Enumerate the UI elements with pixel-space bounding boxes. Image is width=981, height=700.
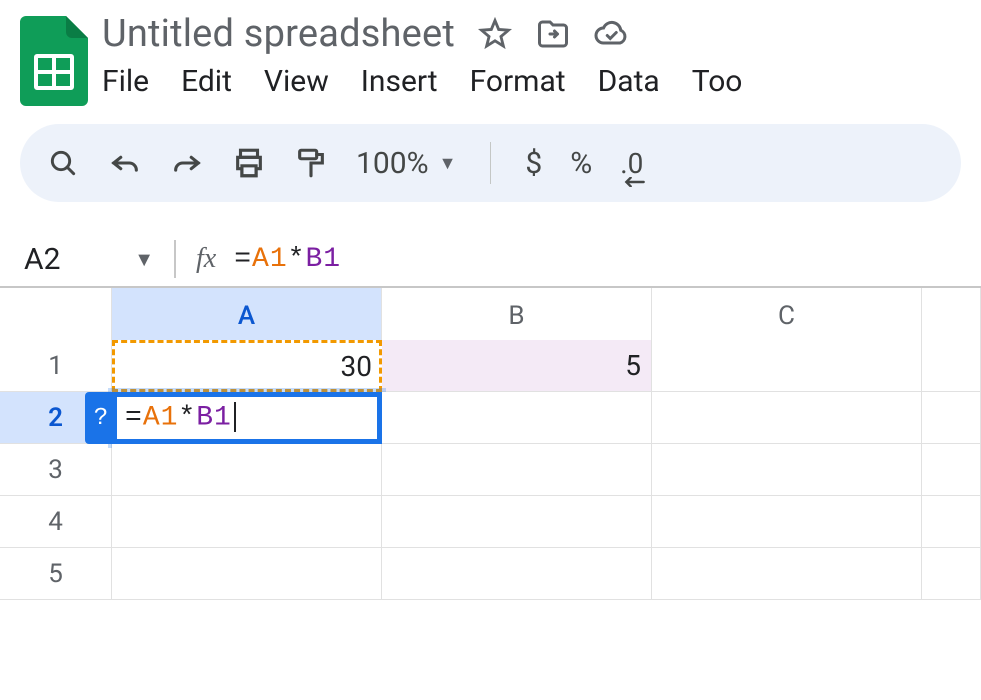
- cell-B1[interactable]: 5: [382, 340, 652, 392]
- cell-A3[interactable]: [112, 444, 382, 496]
- print-icon[interactable]: [232, 146, 266, 180]
- cell-C3[interactable]: [652, 444, 922, 496]
- column-header-B[interactable]: B: [382, 288, 652, 344]
- menu-view[interactable]: View: [264, 64, 329, 99]
- cell-B2[interactable]: [382, 392, 652, 444]
- menu-data[interactable]: Data: [598, 64, 660, 99]
- menu-file[interactable]: File: [102, 64, 149, 99]
- formula-separator: [174, 240, 176, 278]
- cell-A5[interactable]: [112, 548, 382, 600]
- column-header-C[interactable]: C: [652, 288, 922, 344]
- toolbar-separator: [490, 142, 491, 184]
- cell-A2[interactable]: ? =A1*B1: [112, 392, 382, 444]
- cell-C4[interactable]: [652, 496, 922, 548]
- fx-icon[interactable]: fx: [196, 243, 216, 275]
- row-header-1[interactable]: 1: [0, 340, 112, 392]
- menu-insert[interactable]: Insert: [361, 64, 438, 99]
- row-header-3[interactable]: 3: [0, 444, 112, 496]
- row-header-5[interactable]: 5: [0, 548, 112, 600]
- redo-icon[interactable]: [170, 146, 204, 180]
- toolbar: 100% ▼ $ % .0: [20, 124, 961, 202]
- cell-A1[interactable]: 30: [112, 340, 382, 392]
- chevron-down-icon: ▼: [439, 153, 457, 174]
- currency-format-button[interactable]: $: [525, 146, 542, 181]
- menu-format[interactable]: Format: [470, 64, 566, 99]
- cell-A4[interactable]: [112, 496, 382, 548]
- name-box-value: A2: [24, 242, 60, 277]
- document-title[interactable]: Untitled spreadsheet: [102, 12, 455, 56]
- cell-C5[interactable]: [652, 548, 922, 600]
- cell-D3[interactable]: [922, 444, 981, 496]
- formula-input[interactable]: =A1*B1: [234, 244, 341, 275]
- chevron-down-icon: ▼: [134, 247, 154, 272]
- row-header-4[interactable]: 4: [0, 496, 112, 548]
- cell-B3[interactable]: [382, 444, 652, 496]
- zoom-value: 100%: [356, 146, 429, 181]
- menu-bar: File Edit View Insert Format Data Too: [102, 56, 961, 99]
- cell-D5[interactable]: [922, 548, 981, 600]
- cell-C1[interactable]: [652, 340, 922, 392]
- column-header-extra[interactable]: [922, 288, 981, 344]
- formula-bar: A2 ▼ fx =A1*B1: [0, 232, 981, 288]
- zoom-dropdown[interactable]: 100% ▼: [356, 146, 456, 181]
- cell-D1[interactable]: [922, 340, 981, 392]
- paint-format-icon[interactable]: [294, 146, 328, 180]
- menu-edit[interactable]: Edit: [181, 64, 232, 99]
- sheets-logo-icon: [20, 16, 88, 106]
- decrease-decimal-button[interactable]: .0: [620, 146, 643, 180]
- select-all-corner[interactable]: [0, 288, 112, 344]
- undo-icon[interactable]: [108, 146, 142, 180]
- cell-D4[interactable]: [922, 496, 981, 548]
- cell-B5[interactable]: [382, 548, 652, 600]
- search-icon[interactable]: [46, 146, 80, 180]
- spreadsheet-grid[interactable]: A B C 1 30 5 2 ? =A1*B1 3 4 5: [0, 288, 981, 600]
- cell-C2[interactable]: [652, 392, 922, 444]
- formula-help-icon[interactable]: ?: [85, 392, 117, 444]
- menu-tools[interactable]: Too: [692, 64, 743, 99]
- move-folder-icon[interactable]: [535, 16, 571, 52]
- percent-format-button[interactable]: %: [570, 146, 592, 181]
- text-cursor: [234, 402, 236, 432]
- cloud-status-icon[interactable]: [593, 16, 629, 52]
- name-box[interactable]: A2 ▼: [24, 242, 174, 277]
- star-icon[interactable]: [477, 16, 513, 52]
- cell-B4[interactable]: [382, 496, 652, 548]
- cell-D2[interactable]: [922, 392, 981, 444]
- column-header-A[interactable]: A: [112, 288, 382, 344]
